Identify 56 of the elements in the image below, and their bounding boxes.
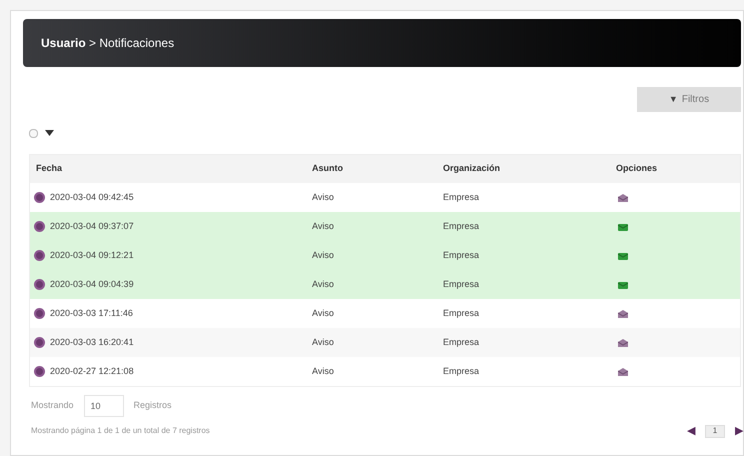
- table-row[interactable]: 2020-03-04 09:12:21 Aviso Empresa: [30, 241, 740, 270]
- pagination-summary: Mostrando página 1 de 1 de un total de 7 registros: [31, 425, 210, 438]
- status-icon: [34, 337, 45, 348]
- subject-cell-text: Aviso: [311, 220, 335, 233]
- filters-label: Filtros: [682, 93, 710, 107]
- column-header: Organización: [442, 162, 502, 176]
- date-cell-text: 2020-03-03 16:20:41: [50, 336, 134, 349]
- breadcrumb: Usuario > Notificaciones: [41, 35, 174, 52]
- envelope-icon[interactable]: [618, 222, 628, 230]
- open-envelope-icon[interactable]: [618, 194, 628, 202]
- organization-cell-text: Empresa: [442, 306, 480, 320]
- date-cell-text: 2020-03-04 09:12:21: [50, 248, 134, 262]
- previous-page-button[interactable]: ◀: [687, 423, 695, 440]
- subject-cell-text: Aviso: [311, 248, 335, 262]
- open-envelope-icon[interactable]: [618, 338, 628, 346]
- open-envelope-icon[interactable]: [618, 368, 628, 376]
- table-row[interactable]: 2020-03-04 09:04:39 Aviso Empresa: [30, 270, 740, 299]
- subject-cell-text: Aviso: [311, 190, 335, 204]
- table-row[interactable]: 2020-03-03 16:20:41 Aviso Empresa: [30, 328, 740, 357]
- subject-cell-text: Aviso: [311, 306, 335, 320]
- organization-cell-text: Empresa: [442, 220, 480, 233]
- page-size-label: Mostrando: [31, 399, 74, 412]
- column-header: Asunto: [311, 162, 344, 176]
- status-icon: [34, 221, 45, 232]
- table-row[interactable]: 2020-03-04 09:37:07 Aviso Empresa: [30, 212, 740, 241]
- organization-cell-text: Empresa: [442, 248, 480, 262]
- date-cell-text: 2020-03-03 17:11:46: [50, 306, 133, 320]
- status-icon: [34, 192, 45, 203]
- envelope-icon[interactable]: [618, 280, 628, 288]
- column-header: Fecha: [35, 162, 64, 176]
- open-envelope-icon[interactable]: [618, 310, 628, 318]
- filters-button[interactable]: ▼ Filtros: [637, 87, 741, 112]
- organization-cell-text: Empresa: [442, 278, 480, 291]
- organization-cell-text: Empresa: [442, 336, 480, 349]
- organization-cell-text: Empresa: [442, 364, 480, 378]
- status-icon: [34, 279, 45, 290]
- date-cell-text: 2020-03-04 09:04:39: [50, 278, 134, 291]
- next-page-button[interactable]: ▶: [735, 423, 743, 440]
- page-size-field[interactable]: 10: [84, 395, 124, 417]
- date-cell-text: 2020-03-04 09:42:45: [50, 190, 134, 204]
- subject-cell-text: Aviso: [311, 278, 335, 291]
- page-number-button[interactable]: 1: [705, 424, 725, 438]
- date-cell-text: 2020-02-27 12:21:08: [50, 364, 134, 378]
- subject-cell-text: Aviso: [311, 364, 335, 378]
- caret-icon: ▼: [668, 92, 678, 106]
- organization-cell-text: Empresa: [442, 190, 480, 204]
- date-cell-text: 2020-03-04 09:37:07: [50, 220, 134, 233]
- subject-cell-text: Aviso: [311, 336, 335, 349]
- page-size-label: Registros: [134, 399, 172, 412]
- envelope-icon[interactable]: [618, 252, 628, 260]
- dropdown-caret-icon[interactable]: [45, 130, 54, 136]
- status-icon: [34, 250, 45, 261]
- select-all-checkbox[interactable]: [29, 128, 38, 138]
- status-icon: [34, 308, 45, 319]
- status-icon: [34, 366, 45, 377]
- column-header: Opciones: [615, 162, 658, 176]
